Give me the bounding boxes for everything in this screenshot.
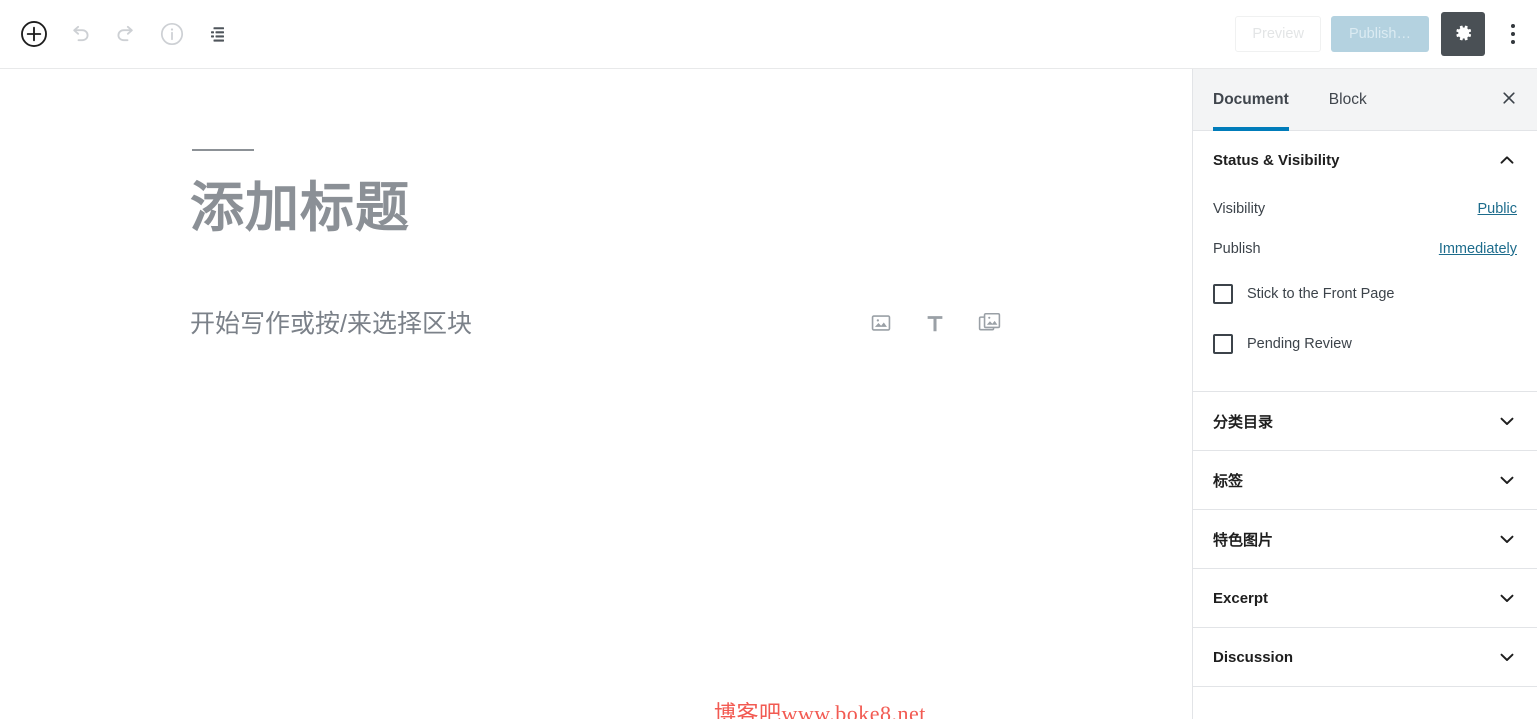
add-block-button[interactable] <box>11 11 57 57</box>
tab-block[interactable]: Block <box>1309 69 1387 130</box>
redo-button[interactable] <box>103 11 149 57</box>
block-shortcut-group <box>865 308 1005 340</box>
panel-tags: 标签 <box>1193 451 1537 510</box>
panel-status-visibility-header[interactable]: Status & Visibility <box>1193 131 1537 189</box>
chevron-down-icon <box>1497 529 1517 549</box>
settings-toggle-button[interactable] <box>1441 12 1485 56</box>
panel-status-visibility: Status & Visibility Visibility Public Pu… <box>1193 131 1537 392</box>
editor-top-bar: Preview Publish… <box>0 0 1537 69</box>
gear-icon <box>1452 22 1474 47</box>
panel-discussion-title: Discussion <box>1213 648 1294 666</box>
kebab-dot-middle <box>1511 32 1515 36</box>
top-bar-left-tools <box>0 11 241 57</box>
content-info-button[interactable] <box>149 11 195 57</box>
panel-featured-image: 特色图片 <box>1193 510 1537 569</box>
pending-review-checkbox[interactable] <box>1213 334 1233 354</box>
stick-to-front-page-label: Stick to the Front Page <box>1247 286 1395 302</box>
paragraph-placeholder-text[interactable]: 开始写作或按/来选择区块 <box>190 308 472 341</box>
list-view-icon <box>206 22 230 46</box>
pending-review-row[interactable]: Pending Review <box>1213 319 1517 369</box>
visibility-label: Visibility <box>1213 201 1266 217</box>
text-t-icon <box>922 310 948 339</box>
gutenberg-editor: Preview Publish… 添加标题 开始写作或按/来选择区块 博客吧ww… <box>0 0 1537 719</box>
insert-image-block-button[interactable] <box>865 308 897 340</box>
publish-date-value-button[interactable]: Immediately <box>1439 241 1517 257</box>
panel-excerpt: Excerpt <box>1193 569 1537 628</box>
kebab-dot-bottom <box>1511 40 1515 44</box>
pending-review-label: Pending Review <box>1247 336 1352 352</box>
panel-discussion-header[interactable]: Discussion <box>1193 628 1537 686</box>
undo-icon <box>67 21 93 47</box>
chevron-down-icon <box>1497 647 1517 667</box>
default-paragraph-block: 开始写作或按/来选择区块 <box>190 302 1005 346</box>
post-title-input[interactable]: 添加标题 <box>190 175 1090 243</box>
publish-date-label: Publish <box>1213 241 1261 257</box>
panel-tags-header[interactable]: 标签 <box>1193 451 1537 509</box>
panel-status-visibility-body: Visibility Public Publish Immediately St… <box>1193 189 1537 391</box>
undo-button[interactable] <box>57 11 103 57</box>
panel-excerpt-header[interactable]: Excerpt <box>1193 569 1537 627</box>
stick-to-front-page-checkbox[interactable] <box>1213 284 1233 304</box>
visibility-row: Visibility Public <box>1213 189 1517 229</box>
panel-featured-image-header[interactable]: 特色图片 <box>1193 510 1537 568</box>
editor-settings-sidebar: Document Block Status & Visibility Visib… <box>1192 69 1537 719</box>
top-bar-right-actions: Preview Publish… <box>1235 12 1537 56</box>
panel-status-visibility-title: Status & Visibility <box>1213 151 1340 169</box>
insert-heading-block-button[interactable] <box>919 308 951 340</box>
panel-categories: 分类目录 <box>1193 392 1537 451</box>
close-x-icon <box>1500 89 1518 110</box>
chevron-down-icon <box>1497 588 1517 608</box>
publish-button[interactable]: Publish… <box>1330 16 1429 52</box>
tab-document[interactable]: Document <box>1193 69 1309 131</box>
sidebar-close-button[interactable] <box>1489 80 1529 120</box>
redo-icon <box>113 21 139 47</box>
info-circle-icon <box>159 21 185 47</box>
editor-canvas: 添加标题 开始写作或按/来选择区块 博客吧www.boke8.net <box>0 69 1192 719</box>
block-navigation-button[interactable] <box>195 11 241 57</box>
plus-circle-icon <box>20 20 48 48</box>
stick-to-front-page-row[interactable]: Stick to the Front Page <box>1213 269 1517 319</box>
panel-categories-title: 分类目录 <box>1213 413 1274 431</box>
chevron-down-icon <box>1497 411 1517 431</box>
site-watermark: 博客吧www.boke8.net <box>714 701 926 719</box>
panel-excerpt-title: Excerpt <box>1213 589 1269 607</box>
more-menu-button[interactable] <box>1495 12 1531 56</box>
visibility-value-button[interactable]: Public <box>1478 201 1518 217</box>
panel-categories-header[interactable]: 分类目录 <box>1193 392 1537 450</box>
panel-tags-title: 标签 <box>1213 472 1244 490</box>
sidebar-tab-bar: Document Block <box>1193 69 1537 131</box>
kebab-menu-icon <box>1511 24 1515 28</box>
chevron-up-icon <box>1497 150 1517 170</box>
title-rule-decoration <box>192 149 254 151</box>
panel-discussion: Discussion <box>1193 628 1537 687</box>
image-icon <box>868 310 894 339</box>
gallery-icon <box>976 309 1003 339</box>
preview-button[interactable]: Preview <box>1235 16 1321 52</box>
publish-date-row: Publish Immediately <box>1213 229 1517 269</box>
insert-gallery-block-button[interactable] <box>973 308 1005 340</box>
chevron-down-icon <box>1497 470 1517 490</box>
panel-featured-image-title: 特色图片 <box>1213 531 1274 549</box>
